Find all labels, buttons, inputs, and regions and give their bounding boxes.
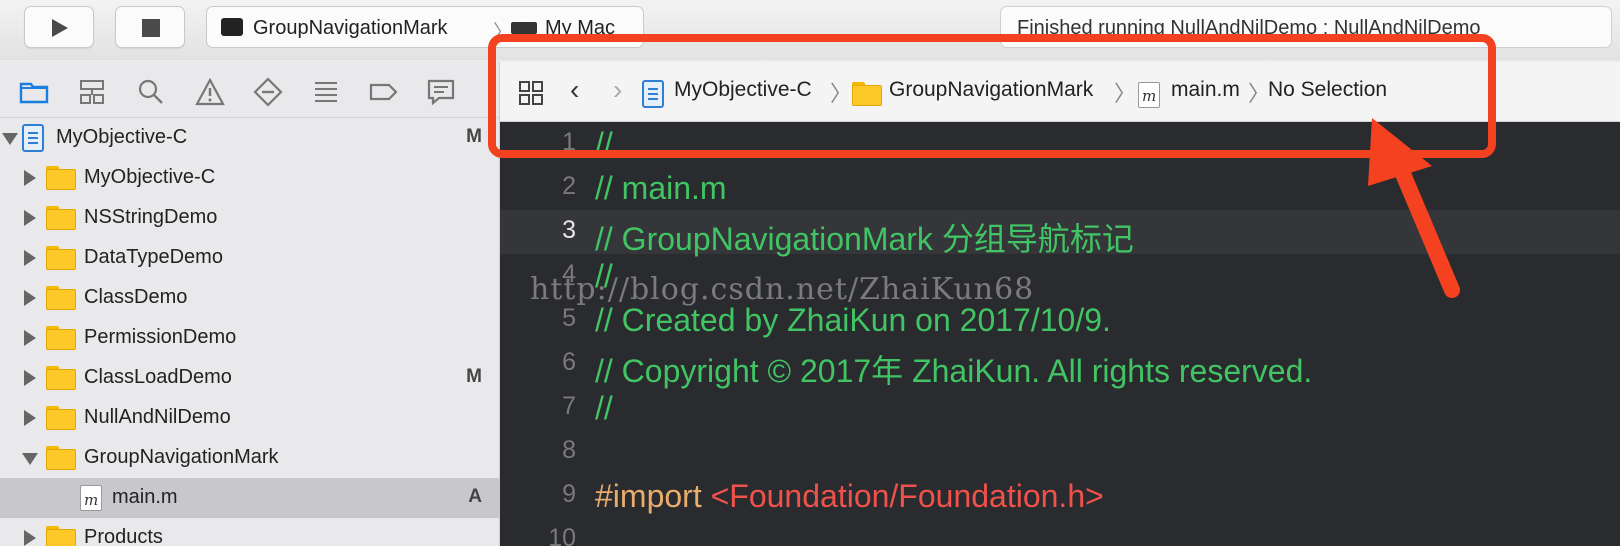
code-line-current: 3 // GroupNavigationMark 分组导航标记 (500, 210, 1620, 257)
folder-icon (46, 406, 76, 430)
folder-icon (46, 206, 76, 230)
terminal-icon (221, 18, 243, 36)
diamond-icon[interactable] (253, 77, 283, 107)
tree-row-folder[interactable]: Products (0, 518, 500, 546)
line-number: 10 (548, 524, 576, 546)
code-line: 10 (500, 518, 1620, 546)
code-text: // (595, 390, 613, 426)
scheme-name: GroupNavigationMark (253, 17, 448, 39)
objc-file-icon: m (80, 485, 102, 511)
source-control-badge: M (466, 126, 482, 147)
disclosure-closed-icon[interactable] (24, 330, 36, 346)
folder-icon (46, 366, 76, 390)
tree-row-folder[interactable]: PermissionDemo (0, 318, 500, 358)
import-path: <Foundation/Foundation.h> (710, 478, 1104, 514)
highlight-box (488, 34, 1496, 158)
play-icon (52, 19, 68, 37)
run-button[interactable] (24, 6, 94, 48)
code-line: 9 #import <Foundation/Foundation.h> (500, 474, 1620, 518)
warning-icon[interactable] (195, 77, 225, 107)
folder-icon (46, 246, 76, 270)
tree-row-folder[interactable]: NullAndNilDemo (0, 398, 500, 438)
list-icon[interactable] (311, 77, 341, 107)
disclosure-closed-icon[interactable] (24, 250, 36, 266)
tree-row-folder[interactable]: MyObjective-C (0, 158, 500, 198)
tree-row-label: PermissionDemo (84, 326, 237, 348)
navigator-tabs (0, 62, 500, 118)
disclosure-closed-icon[interactable] (24, 410, 36, 426)
code-line: 2 // main.m (500, 166, 1620, 210)
code-line: 7 // (500, 386, 1620, 430)
folder-icon (46, 326, 76, 350)
tree-row-label: MyObjective-C (84, 166, 216, 188)
tree-row-label: NSStringDemo (84, 206, 218, 228)
line-number: 2 (562, 172, 576, 200)
line-number: 8 (562, 436, 576, 464)
search-icon[interactable] (136, 77, 166, 107)
preprocessor-directive: #import (595, 478, 711, 514)
line-number: 6 (562, 348, 576, 376)
disclosure-open-icon[interactable] (2, 133, 18, 145)
code-line: 6 // Copyright © 2017年 ZhaiKun. All righ… (500, 342, 1620, 389)
watermark: http://blog.csdn.net/ZhaiKun68 (530, 272, 1035, 307)
folder-icon (46, 446, 76, 470)
tree-row-file[interactable]: m main.m A (0, 478, 500, 518)
stop-icon (142, 19, 160, 37)
tree-row-label: GroupNavigationMark (84, 446, 279, 468)
tree-row-label: NullAndNilDemo (84, 406, 231, 428)
disclosure-closed-icon[interactable] (24, 370, 36, 386)
disclosure-closed-icon[interactable] (24, 290, 36, 306)
tree-row-label: ClassLoadDemo (84, 366, 232, 388)
mac-icon (511, 22, 537, 34)
code-text: // Created by ZhaiKun on 2017/10/9. (595, 302, 1111, 338)
line-number: 9 (562, 480, 576, 508)
tree-row-folder[interactable]: ClassDemo (0, 278, 500, 318)
folder-icon[interactable] (19, 77, 49, 107)
folder-icon (46, 526, 76, 546)
tree-row-label: MyObjective-C (56, 126, 188, 148)
xcode-project-icon (22, 124, 44, 152)
stop-button[interactable] (115, 6, 185, 48)
tree-row-label: main.m (112, 486, 178, 508)
source-control-badge: A (468, 486, 482, 507)
folder-icon (46, 166, 76, 190)
tree-row-label: Products (84, 526, 163, 546)
line-number: 7 (562, 392, 576, 420)
tree-row-label: DataTypeDemo (84, 246, 223, 268)
comment-icon[interactable] (426, 77, 456, 107)
project-navigator: MyObjective-C M MyObjective-C NSStringDe… (0, 62, 500, 546)
tree-row-project[interactable]: MyObjective-C M (0, 118, 500, 158)
line-number: 5 (562, 304, 576, 332)
tree-row-folder[interactable]: GroupNavigationMark (0, 438, 500, 478)
tree-row-folder[interactable]: ClassLoadDemo M (0, 358, 500, 398)
disclosure-open-icon[interactable] (22, 453, 38, 465)
tag-icon[interactable] (368, 77, 398, 107)
tree-row-folder[interactable]: DataTypeDemo (0, 238, 500, 278)
source-control-badge: M (466, 366, 482, 387)
source-editor[interactable]: 1 // 2 // main.m 3 // GroupNavigationMar… (500, 122, 1620, 546)
line-number: 3 (562, 216, 576, 244)
tree-row-label: ClassDemo (84, 286, 188, 308)
disclosure-closed-icon[interactable] (24, 530, 36, 546)
code-text: #import <Foundation/Foundation.h> (595, 478, 1104, 515)
folder-icon (46, 286, 76, 310)
disclosure-closed-icon[interactable] (24, 170, 36, 186)
code-line: 8 (500, 430, 1620, 474)
code-text: // main.m (595, 170, 727, 206)
disclosure-closed-icon[interactable] (24, 210, 36, 226)
tree-row-folder[interactable]: NSStringDemo (0, 198, 500, 238)
hierarchy-icon[interactable] (77, 77, 107, 107)
